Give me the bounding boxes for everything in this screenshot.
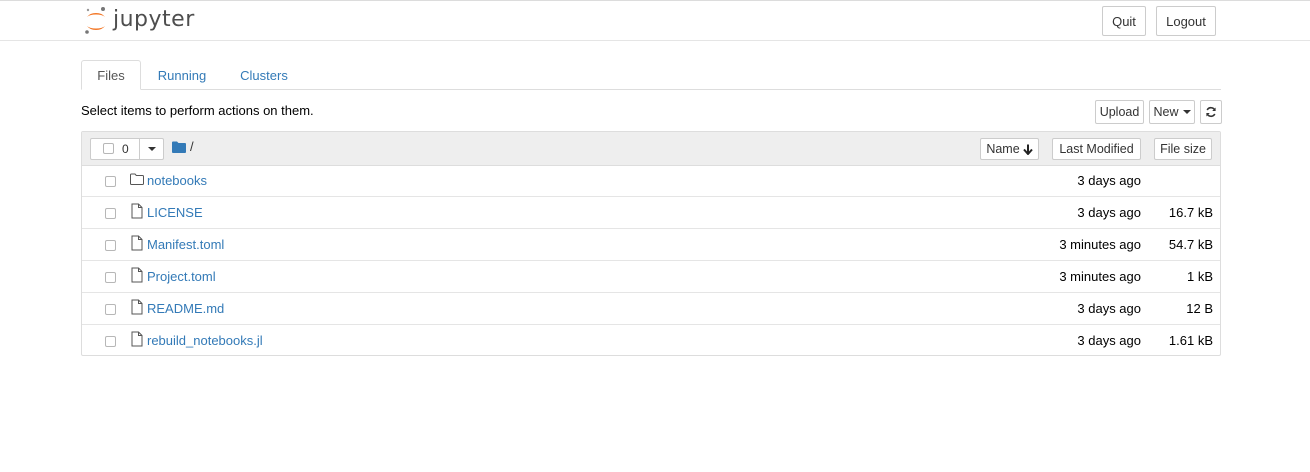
breadcrumb-root[interactable]: / [190, 139, 194, 154]
file-icon [131, 267, 143, 283]
item-modified: 3 days ago [1077, 301, 1141, 316]
refresh-icon [1206, 106, 1216, 118]
new-label: New [1153, 105, 1179, 119]
item-checkbox[interactable] [105, 336, 116, 347]
selection-hint: Select items to perform actions on them. [81, 103, 314, 118]
file-icon [131, 299, 143, 315]
folder-icon[interactable] [172, 141, 186, 153]
item-name-link[interactable]: LICENSE [147, 205, 203, 220]
list-item[interactable]: rebuild_notebooks.jl 3 days ago 1.61 kB [82, 325, 1220, 357]
app-header: jupyter Quit Logout [0, 1, 1310, 41]
file-icon [131, 331, 143, 347]
item-checkbox[interactable] [105, 240, 116, 251]
select-all-group[interactable]: 0 [90, 138, 164, 160]
caret-down-icon [1182, 110, 1191, 114]
item-modified: 3 days ago [1077, 333, 1141, 348]
file-list: 0 / Name Last Modified File size noteboo… [81, 131, 1221, 356]
item-size: 16.7 kB [1168, 205, 1213, 220]
sort-by-name-button[interactable]: Name [980, 138, 1039, 160]
upload-button[interactable]: Upload [1095, 100, 1144, 124]
quit-button[interactable]: Quit [1102, 6, 1146, 36]
list-item[interactable]: notebooks 3 days ago [82, 165, 1220, 197]
tab-running[interactable]: Running [150, 60, 214, 90]
sort-by-modified-button[interactable]: Last Modified [1052, 138, 1141, 160]
item-modified: 3 days ago [1077, 173, 1141, 188]
list-item[interactable]: Manifest.toml 3 minutes ago 54.7 kB [82, 229, 1220, 261]
refresh-button[interactable] [1200, 100, 1222, 124]
item-modified: 3 minutes ago [1059, 237, 1141, 252]
item-size: 54.7 kB [1168, 237, 1213, 252]
select-divider [139, 139, 140, 159]
arrow-down-icon [1022, 144, 1033, 155]
item-checkbox[interactable] [105, 208, 116, 219]
sort-by-size-button[interactable]: File size [1154, 138, 1212, 160]
tab-files[interactable]: Files [81, 60, 141, 90]
file-list-header: 0 / Name Last Modified File size [82, 132, 1220, 166]
jupyter-logo-icon [85, 7, 105, 34]
item-name-link[interactable]: Manifest.toml [147, 237, 224, 252]
logo-text: jupyter [113, 7, 195, 32]
list-item[interactable]: README.md 3 days ago 12 B [82, 293, 1220, 325]
selected-count: 0 [122, 142, 129, 156]
item-size: 1 kB [1186, 269, 1213, 284]
item-checkbox[interactable] [105, 304, 116, 315]
file-icon [131, 203, 143, 219]
item-checkbox[interactable] [105, 272, 116, 283]
list-item[interactable]: LICENSE 3 days ago 16.7 kB [82, 197, 1220, 229]
tab-clusters[interactable]: Clusters [232, 60, 296, 90]
select-all-checkbox[interactable] [103, 143, 114, 154]
select-caret-down-icon[interactable] [148, 147, 156, 151]
item-size: 12 B [1186, 301, 1213, 316]
jupyter-logo[interactable]: jupyter [83, 5, 203, 37]
logout-button[interactable]: Logout [1156, 6, 1216, 36]
item-name-link[interactable]: Project.toml [147, 269, 216, 284]
item-modified: 3 minutes ago [1059, 269, 1141, 284]
item-name-link[interactable]: notebooks [147, 173, 207, 188]
item-name-link[interactable]: rebuild_notebooks.jl [147, 333, 263, 348]
item-size: 1.61 kB [1168, 333, 1213, 348]
item-checkbox[interactable] [105, 176, 116, 187]
list-item[interactable]: Project.toml 3 minutes ago 1 kB [82, 261, 1220, 293]
item-name-link[interactable]: README.md [147, 301, 224, 316]
file-icon [131, 235, 143, 251]
new-dropdown-button[interactable]: New [1149, 100, 1195, 124]
item-modified: 3 days ago [1077, 205, 1141, 220]
sort-name-label: Name [986, 142, 1020, 156]
folder-outline-icon [130, 173, 144, 185]
